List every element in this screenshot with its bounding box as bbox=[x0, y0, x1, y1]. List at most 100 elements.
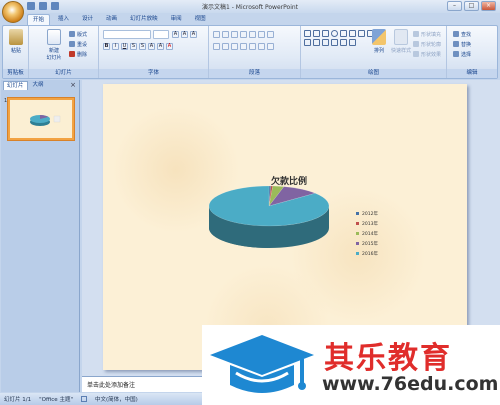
shape-rectangle-icon[interactable] bbox=[304, 30, 311, 37]
minimize-button[interactable]: – bbox=[447, 1, 462, 11]
close-pane-icon[interactable]: × bbox=[70, 81, 76, 89]
close-button[interactable]: × bbox=[481, 1, 496, 11]
group-paragraph: 段落 bbox=[209, 26, 301, 78]
font-name-combo[interactable] bbox=[103, 30, 151, 39]
group-label: 段落 bbox=[209, 69, 300, 78]
language[interactable]: 中文(简体，中国) bbox=[95, 395, 138, 403]
quick-styles-button[interactable]: 快速样式 bbox=[390, 29, 412, 63]
legend-label: 2016年 bbox=[362, 250, 378, 257]
notes-placeholder: 单击此处添加备注 bbox=[87, 382, 136, 389]
layout-button[interactable]: 版式 bbox=[69, 30, 87, 38]
char-spacing-icon[interactable]: A bbox=[148, 43, 155, 50]
increase-indent-icon[interactable] bbox=[240, 31, 247, 38]
decrease-indent-icon[interactable] bbox=[231, 31, 238, 38]
paste-button[interactable]: 粘贴 bbox=[5, 29, 27, 63]
underline-icon[interactable]: U bbox=[121, 43, 128, 50]
line-spacing-icon[interactable] bbox=[249, 31, 256, 38]
align-center-icon[interactable] bbox=[222, 43, 229, 50]
shape-outline-button[interactable]: 形状轮廓 bbox=[413, 40, 441, 48]
tab-animations[interactable]: 动画 bbox=[101, 14, 122, 25]
delete-icon bbox=[69, 51, 75, 57]
clear-format-icon[interactable]: A bbox=[190, 31, 197, 38]
spell-check-icon[interactable] bbox=[80, 396, 87, 402]
shape-arrow-icon[interactable] bbox=[358, 30, 365, 37]
font-size-controls: A A A bbox=[172, 31, 197, 38]
grow-font-icon[interactable]: A bbox=[172, 31, 179, 38]
shape-fill-button[interactable]: 形状填充 bbox=[413, 30, 441, 38]
shape-curve-icon[interactable] bbox=[313, 39, 320, 46]
paste-icon bbox=[9, 29, 23, 45]
tab-slides[interactable]: 幻灯片 bbox=[3, 81, 28, 90]
reset-button[interactable]: 重设 bbox=[69, 40, 87, 48]
shrink-font-icon[interactable]: A bbox=[181, 31, 188, 38]
tab-design[interactable]: 设计 bbox=[77, 14, 98, 25]
shape-star-icon[interactable] bbox=[322, 39, 329, 46]
graduation-cap-logo bbox=[210, 335, 314, 393]
shape-effects-icon bbox=[413, 51, 419, 57]
slide-number: 1 bbox=[4, 98, 8, 104]
shadow-icon[interactable]: S bbox=[139, 43, 146, 50]
shape-line-icon[interactable] bbox=[349, 30, 356, 37]
italic-icon[interactable]: I bbox=[112, 43, 119, 50]
new-slide-icon bbox=[47, 29, 61, 45]
select-button[interactable]: 选择 bbox=[453, 50, 471, 58]
legend-label: 2014年 bbox=[362, 230, 378, 237]
columns-icon[interactable] bbox=[258, 31, 265, 38]
delete-button[interactable]: 删除 bbox=[69, 50, 87, 58]
strikethrough-icon[interactable]: S bbox=[130, 43, 137, 50]
align-right-icon[interactable] bbox=[231, 43, 238, 50]
group-editing: 查找 替换 选择 编辑 bbox=[447, 26, 497, 78]
group-clipboard: 粘贴 剪贴板 bbox=[3, 26, 29, 78]
bullets-icon[interactable] bbox=[213, 31, 220, 38]
text-direction-icon[interactable] bbox=[267, 31, 274, 38]
change-case-icon[interactable]: A bbox=[157, 43, 164, 50]
font-size-combo[interactable] bbox=[153, 30, 169, 39]
arrange-label: 排列 bbox=[373, 48, 384, 54]
numbering-icon[interactable] bbox=[222, 31, 229, 38]
legend-swatch bbox=[356, 242, 359, 245]
shape-effects-button[interactable]: 形状效果 bbox=[413, 50, 441, 58]
replace-icon bbox=[453, 41, 459, 47]
justify-icon[interactable] bbox=[240, 43, 247, 50]
arrange-icon bbox=[372, 29, 386, 45]
arrange-button[interactable]: 排列 bbox=[369, 29, 389, 63]
shape-rounded-icon[interactable] bbox=[340, 30, 347, 37]
legend-label: 2012年 bbox=[362, 210, 378, 217]
group-label: 幻灯片 bbox=[29, 69, 98, 78]
ribbon-tabs: 开始 插入 设计 动画 幻灯片放映 审阅 视图 bbox=[27, 14, 211, 25]
shape-oval-icon[interactable] bbox=[331, 30, 338, 37]
select-icon bbox=[453, 51, 459, 57]
new-slide-button[interactable]: 新建 幻灯片 bbox=[43, 29, 65, 63]
list-controls bbox=[213, 31, 274, 38]
tab-view[interactable]: 视图 bbox=[190, 14, 211, 25]
bold-icon[interactable]: B bbox=[103, 43, 110, 50]
window-controls: – □ × bbox=[447, 1, 496, 11]
tab-insert[interactable]: 插入 bbox=[53, 14, 74, 25]
tab-slideshow[interactable]: 幻灯片放映 bbox=[125, 14, 163, 25]
replace-button[interactable]: 替换 bbox=[453, 40, 471, 48]
tab-review[interactable]: 审阅 bbox=[166, 14, 187, 25]
align-left-icon[interactable] bbox=[213, 43, 220, 50]
align-text-icon[interactable] bbox=[258, 43, 265, 50]
font-color-icon[interactable]: A bbox=[166, 43, 173, 50]
shape-rectangle-icon[interactable] bbox=[304, 39, 311, 46]
shape-callout-icon[interactable] bbox=[340, 39, 347, 46]
shape-more-icon[interactable] bbox=[349, 39, 356, 46]
legend-swatch bbox=[356, 212, 359, 215]
office-button[interactable] bbox=[2, 1, 24, 23]
slide-thumbnail[interactable] bbox=[8, 98, 74, 140]
font-style-controls: B I U S S A A A bbox=[103, 43, 173, 50]
brand-name: 其乐教育 bbox=[324, 341, 452, 376]
tab-outline[interactable]: 大纲 bbox=[30, 81, 47, 90]
shape-brace-icon[interactable] bbox=[331, 39, 338, 46]
chart-title: 欠款比例 bbox=[271, 175, 307, 187]
layout-icon bbox=[69, 31, 75, 37]
smartart-icon[interactable] bbox=[267, 43, 274, 50]
distribute-icon[interactable] bbox=[249, 43, 256, 50]
legend-swatch bbox=[356, 222, 359, 225]
tab-home[interactable]: 开始 bbox=[27, 14, 51, 25]
shape-rectangle-icon[interactable] bbox=[322, 30, 329, 37]
shape-textbox-icon[interactable] bbox=[313, 30, 320, 37]
find-button[interactable]: 查找 bbox=[453, 30, 471, 38]
maximize-button[interactable]: □ bbox=[464, 1, 479, 11]
